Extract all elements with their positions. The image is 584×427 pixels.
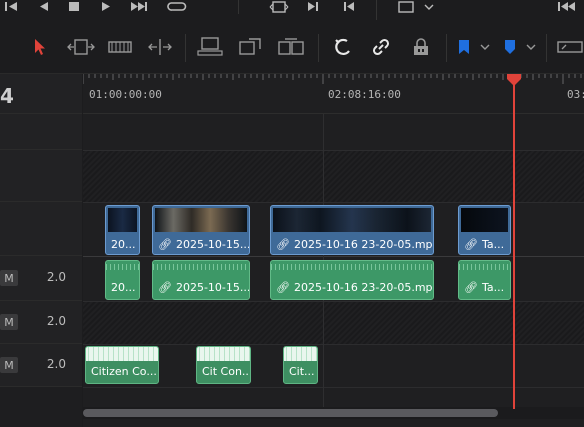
play-button[interactable] bbox=[98, 0, 114, 14]
horizontal-scrollbar[interactable] bbox=[83, 409, 498, 417]
audio-clip[interactable]: 🔗︎ 2025-10-16 23-20-05.mp4 bbox=[270, 260, 434, 300]
lane-v3[interactable] bbox=[83, 114, 584, 150]
music-clip[interactable]: Cit... bbox=[283, 346, 318, 384]
track-headers: 4 M 2.0 M 2.0 M 2.0 bbox=[0, 74, 82, 427]
audio-clip[interactable]: 🔗︎ Ta... bbox=[458, 260, 511, 300]
music-clip[interactable]: Citizen Co... bbox=[85, 346, 159, 384]
go-to-end-button[interactable] bbox=[128, 0, 150, 14]
marker-icon[interactable] bbox=[500, 36, 540, 58]
link-icon: 🔗︎ bbox=[158, 281, 172, 294]
replace-clip-icon[interactable] bbox=[236, 36, 264, 58]
track-level: 2.0 bbox=[46, 270, 66, 284]
timecode-header: 4 bbox=[0, 74, 82, 114]
track-header-v2[interactable] bbox=[0, 150, 82, 202]
link-icon: 🔗︎ bbox=[276, 238, 290, 251]
track-header-a3[interactable]: M 2.0 bbox=[0, 344, 82, 387]
next-edit-icon[interactable] bbox=[304, 0, 322, 14]
overwrite-clip-icon[interactable] bbox=[196, 36, 224, 58]
lane-v2[interactable] bbox=[83, 150, 584, 202]
selection-arrow-icon[interactable] bbox=[27, 36, 53, 58]
snapping-icon[interactable] bbox=[330, 36, 356, 58]
music-clip[interactable]: Cit Con... bbox=[196, 346, 251, 384]
view-options-icon[interactable] bbox=[396, 0, 436, 14]
timecode-display: 4 bbox=[0, 84, 14, 108]
track-level: 2.0 bbox=[46, 314, 66, 328]
ripple-overwrite-icon[interactable] bbox=[276, 36, 306, 58]
track-header-v1[interactable] bbox=[0, 202, 82, 256]
dynamic-trim-icon[interactable] bbox=[106, 36, 134, 58]
mute-button[interactable]: M bbox=[0, 314, 18, 330]
loop-icon[interactable] bbox=[166, 0, 188, 14]
track-header-empty bbox=[0, 387, 82, 427]
video-clip[interactable]: 20... bbox=[105, 205, 140, 255]
prev-edit-icon[interactable] bbox=[340, 0, 358, 14]
ruler-timecode: 03: bbox=[567, 88, 584, 101]
blade-icon[interactable] bbox=[146, 36, 174, 58]
link-icon: 🔗︎ bbox=[158, 238, 172, 251]
position-lock-icon[interactable] bbox=[408, 36, 434, 58]
transport-bar bbox=[0, 0, 584, 22]
timeline-editor: 4 M 2.0 M 2.0 M 2.0 01:00:00:00 02:08:16… bbox=[0, 0, 584, 427]
zoom-icon[interactable] bbox=[556, 36, 584, 58]
timeline-area[interactable]: 01:00:00:00 02:08:16:00 03: 20... 🔗︎2025… bbox=[83, 74, 584, 427]
link-icon: 🔗︎ bbox=[464, 238, 478, 251]
track-header-a2[interactable]: M 2.0 bbox=[0, 301, 82, 344]
match-frame-icon[interactable] bbox=[268, 0, 290, 14]
video-clip[interactable]: 🔗︎ Ta... bbox=[458, 205, 511, 255]
track-header-v3[interactable] bbox=[0, 114, 82, 150]
go-to-start-button[interactable] bbox=[0, 0, 22, 14]
audio-clip[interactable]: 20... bbox=[105, 260, 140, 300]
ruler-timecode: 01:00:00:00 bbox=[89, 88, 162, 101]
playhead-handle-icon[interactable] bbox=[506, 74, 522, 86]
ruler-timecode: 02:08:16:00 bbox=[328, 88, 401, 101]
mute-button[interactable]: M bbox=[0, 357, 18, 373]
track-level: 2.0 bbox=[46, 357, 66, 371]
track-header-a1[interactable]: M 2.0 bbox=[0, 256, 82, 301]
audio-clip[interactable]: 🔗︎ 2025-10-15... bbox=[152, 260, 250, 300]
go-to-end-right-icon[interactable] bbox=[554, 0, 578, 14]
linked-selection-icon[interactable] bbox=[368, 36, 394, 58]
play-reverse-button[interactable] bbox=[36, 0, 52, 14]
video-clip[interactable]: 🔗︎ 2025-10-16 23-20-05.mp4 bbox=[270, 205, 434, 255]
mute-button[interactable]: M bbox=[0, 270, 18, 286]
stop-button[interactable] bbox=[66, 0, 82, 14]
lane-a2[interactable] bbox=[83, 301, 584, 344]
edit-toolbar bbox=[0, 22, 584, 74]
link-icon: 🔗︎ bbox=[464, 281, 478, 294]
playhead[interactable] bbox=[513, 74, 515, 409]
link-icon: 🔗︎ bbox=[276, 281, 290, 294]
trim-icon[interactable] bbox=[66, 36, 96, 58]
video-clip[interactable]: 🔗︎ 2025-10-15... bbox=[152, 205, 250, 255]
flag-icon[interactable] bbox=[454, 36, 494, 58]
